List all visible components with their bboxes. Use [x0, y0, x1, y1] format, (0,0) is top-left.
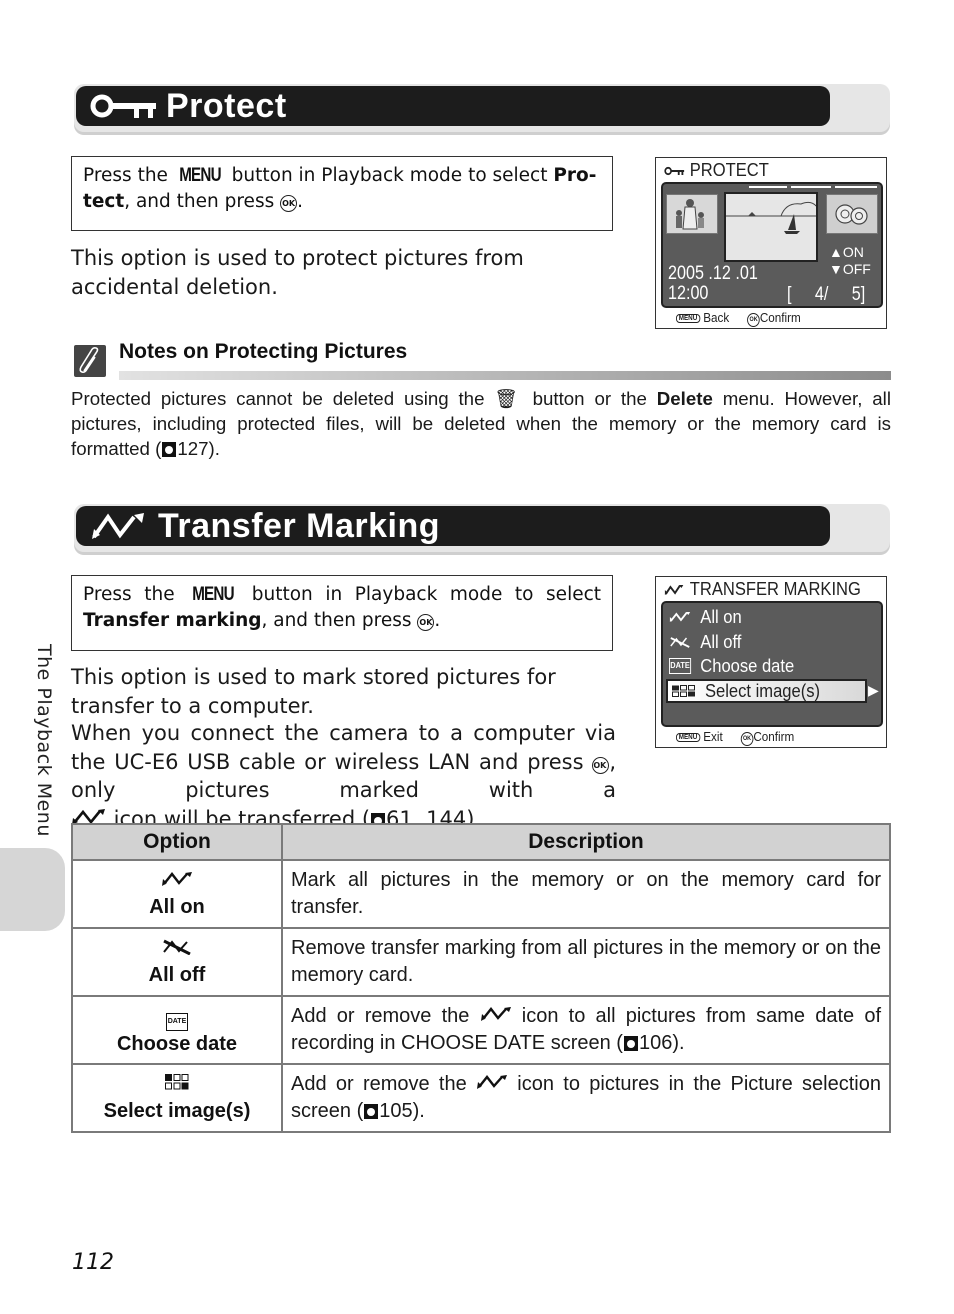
menu-button-icon: MENU — [676, 733, 700, 742]
ok-button-icon: OK — [417, 614, 435, 631]
ok-button-icon: OK — [592, 756, 610, 774]
capture-time: 12:00 — [668, 283, 709, 304]
page-reference-link[interactable]: 106 — [639, 1032, 672, 1054]
thumbnail-sailboat-selected[interactable] — [724, 192, 818, 262]
section-title: Protect — [166, 86, 287, 125]
down-arrow-icon: ▼ — [829, 261, 843, 277]
table-row: All on Mark all pictures in the memory o… — [71, 859, 891, 929]
option-description: Mark all pictures in the memory or on th… — [281, 859, 891, 929]
header-description: Description — [281, 823, 891, 861]
ok-button-icon: OK — [747, 313, 760, 327]
notes-text: Protected pictures cannot be deleted usi… — [71, 388, 891, 459]
option-description: Add or remove the icon to all pictures f… — [281, 995, 891, 1065]
confirm-hint: OK Confirm — [747, 310, 801, 327]
off-indicator: ▼OFF — [829, 261, 871, 277]
transfer-off-icon — [670, 636, 690, 648]
ok-button-icon: OK — [280, 195, 298, 212]
screen-title: TRANSFER MARKING — [689, 579, 861, 599]
select-images-icon — [165, 1074, 189, 1090]
playback-panel: ▲ON ▼OFF 2005 .12 .01 12:00 [ 4/ 5] — [661, 182, 883, 308]
thumbnail-family[interactable] — [666, 194, 718, 234]
table-header-row: Option Description — [71, 823, 891, 861]
option-label: Choose date — [116, 1032, 238, 1055]
table-row: All off Remove transfer marking from all… — [71, 927, 891, 997]
menu-button-icon: MENU — [192, 584, 234, 605]
trash-icon: 🗑 — [494, 388, 523, 409]
page-reference-link[interactable]: 127 — [177, 438, 208, 459]
option-description: Add or remove the icon to pictures in th… — [281, 1063, 891, 1133]
menu-item-choose-date[interactable]: DATE Choose date — [669, 654, 794, 679]
back-hint: MENU Back — [676, 310, 729, 327]
on-indicator: ▲ON — [829, 244, 864, 260]
date-icon: DATE — [669, 658, 692, 675]
transfer-title-bar: Transfer Marking — [74, 504, 890, 552]
up-arrow-icon: ▲ — [829, 244, 843, 260]
transfer-marking-icon — [480, 1003, 512, 1030]
paperclip-note-icon — [74, 345, 106, 377]
transfer-marking-icon — [90, 511, 148, 541]
protect-camera-screen: PROTECT ▲ON ▼OFF 2005 .12 .01 12:00 [4/… — [655, 157, 887, 329]
scroll-indicator — [749, 186, 787, 188]
image-counter: [ 4/ 5] — [787, 284, 866, 305]
transfer-description: This option is used to mark stored pictu… — [71, 665, 556, 718]
protect-description: This option is used to protect pictures … — [71, 246, 524, 299]
thumbnail-flowers[interactable] — [826, 194, 878, 234]
transfer-instruction-box: Press the MENU button in Playback mode t… — [71, 575, 613, 651]
page-reference-icon — [623, 1036, 638, 1052]
transfer-usage: When you connect the camera to a compute… — [71, 719, 731, 834]
page-reference-icon — [364, 1104, 379, 1120]
protect-instruction-box: Press the MENU button in Playback mode t… — [71, 156, 613, 231]
section-title: Transfer Marking — [158, 506, 440, 545]
menu-button-icon: MENU — [179, 165, 221, 186]
options-table: Option Description All on Mark all pictu… — [71, 823, 891, 1133]
transfer-on-icon — [669, 612, 691, 623]
menu-button-icon: MENU — [676, 314, 700, 323]
ok-button-icon: OK — [740, 732, 754, 746]
transfer-off-icon — [163, 939, 191, 956]
confirm-hint: OK Confirm — [740, 729, 794, 746]
option-label: All off — [148, 964, 206, 986]
menu-item-all-off[interactable]: All off — [669, 630, 794, 655]
menu-item-select-images-selected[interactable]: Select image(s) — [666, 679, 867, 703]
menu-list: All on All off DATE Choose date — [669, 605, 794, 679]
page-reference-link[interactable]: 105 — [379, 1100, 412, 1122]
table-row: DATE Choose date Add or remove the icon … — [71, 995, 891, 1065]
option-description: Remove transfer marking from all picture… — [281, 927, 891, 997]
exit-hint: MENU Exit — [676, 729, 723, 746]
transfer-on-icon — [162, 872, 192, 886]
page-number: 112 — [72, 1250, 114, 1275]
capture-date: 2005 .12 .01 — [668, 263, 758, 284]
transfer-marking-icon — [664, 584, 684, 595]
notes-title: Notes on Protecting Pictures — [119, 340, 408, 363]
transfer-marking-icon — [476, 1071, 508, 1098]
header-option: Option — [71, 823, 283, 861]
key-icon — [90, 92, 156, 120]
menu-panel: All on All off DATE Choose date Select i… — [661, 601, 883, 727]
menu-item-all-on[interactable]: All on — [669, 605, 794, 630]
protect-title-bar: Protect — [74, 84, 890, 132]
date-icon: DATE — [166, 1012, 188, 1031]
screen-title: PROTECT — [689, 160, 769, 180]
chapter-tab-label: The Playback Menu — [33, 644, 55, 837]
select-images-icon — [672, 685, 695, 697]
transfer-camera-screen: TRANSFER MARKING All on All off DATE Cho… — [655, 576, 887, 748]
notes-divider — [119, 371, 891, 380]
option-label: Select image(s) — [103, 1100, 251, 1122]
arrow-right-icon[interactable]: ▶ — [868, 682, 879, 699]
page-reference-icon — [162, 442, 177, 457]
chapter-tab — [0, 848, 65, 931]
table-row: Select image(s) Add or remove the icon t… — [71, 1063, 891, 1133]
key-icon — [664, 166, 685, 175]
option-label: All on — [149, 896, 205, 918]
